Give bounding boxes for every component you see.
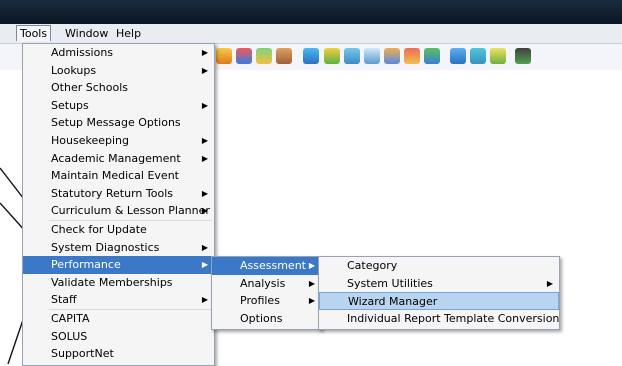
- performance-submenu: Assessment ▶ Analysis ▶ Profiles ▶ Options: [211, 256, 322, 330]
- menu-item-setup-message-options[interactable]: Setup Message Options: [23, 114, 214, 132]
- menu-item-profiles[interactable]: Profiles ▶: [212, 292, 321, 310]
- menu-item-admissions[interactable]: Admissions ▶: [23, 44, 214, 62]
- menu-item-label: Statutory Return Tools: [51, 186, 173, 200]
- menu-item-label: SOLUS: [51, 329, 88, 343]
- submenu-arrow-icon: ▶: [201, 48, 208, 57]
- menu-item-validate-memberships[interactable]: Validate Memberships: [23, 274, 214, 292]
- menu-item-label: Other Schools: [51, 81, 128, 95]
- submenu-arrow-icon: ▶: [201, 295, 208, 305]
- menu-item-wizard-manager[interactable]: Wizard Manager: [319, 292, 559, 310]
- menu-item-label: Category: [347, 259, 398, 272]
- menu-item-curriculum-and-lesson-planner[interactable]: Curriculum & Lesson Planner ▶: [23, 202, 214, 220]
- menu-item-label: Assessment: [240, 259, 306, 272]
- menu-item-label: Academic Management: [51, 151, 181, 165]
- submenu-arrow-icon: ▶: [201, 242, 208, 252]
- menu-item-label: Maintain Medical Event: [51, 169, 179, 183]
- menu-item-label: Analysis: [240, 276, 286, 290]
- menu-item-lookups[interactable]: Lookups ▶: [23, 62, 214, 80]
- menu-item-label: Admissions: [51, 46, 114, 59]
- submenu-arrow-icon: ▶: [201, 260, 208, 270]
- menu-item-label: SupportNet: [51, 347, 114, 361]
- menu-item-label: Options: [240, 311, 283, 325]
- menu-item-label: CAPITA: [51, 311, 90, 325]
- menu-item-category[interactable]: Category: [319, 257, 559, 275]
- submenu-arrow-icon: ▶: [201, 100, 208, 110]
- menu-item-performance[interactable]: Performance ▶: [23, 256, 214, 274]
- menu-item-label: Curriculum & Lesson Planner: [51, 204, 210, 218]
- menu-item-label: Profiles: [240, 294, 280, 308]
- menu-item-statutory-return-tools[interactable]: Statutory Return Tools ▶: [23, 185, 214, 203]
- menu-item-other-schools[interactable]: Other Schools: [23, 79, 214, 97]
- menu-item-assessment[interactable]: Assessment ▶: [212, 257, 321, 275]
- assessment-submenu: Category System Utilities ▶ Wizard Manager I…: [318, 256, 560, 330]
- menu-item-setups[interactable]: Setups ▶: [23, 97, 214, 115]
- tools-menu: Admissions ▶ Lookups ▶ Other Schools Setups ▶ S…: [22, 43, 215, 366]
- menu-item-maintain-medical-event[interactable]: Maintain Medical Event: [23, 167, 214, 185]
- menu-item-system-diagnostics[interactable]: System Diagnostics ▶: [23, 239, 214, 257]
- menu-item-label: Setup Message Options: [51, 116, 181, 130]
- menu-item-staff[interactable]: Staff ▶: [23, 291, 214, 309]
- submenu-arrow-icon: ▶: [546, 278, 553, 288]
- menu-item-solus[interactable]: SOLUS: [23, 328, 214, 346]
- menu-item-individual-report-template-conversion[interactable]: Individual Report Template Conversion: [319, 310, 559, 328]
- menu-item-academic-management[interactable]: Academic Management ▶: [23, 150, 214, 168]
- submenu-arrow-icon: ▶: [201, 135, 208, 145]
- menu-item-check-for-update[interactable]: Check for Update: [23, 221, 214, 239]
- submenu-arrow-icon: ▶: [201, 153, 208, 163]
- menu-item-options[interactable]: Options: [212, 310, 321, 328]
- menu-item-label: Wizard Manager: [348, 295, 438, 309]
- menu-item-label: Staff: [51, 293, 77, 307]
- menu-item-housekeeping[interactable]: Housekeeping ▶: [23, 132, 214, 150]
- menu-item-label: Check for Update: [51, 222, 147, 236]
- menu-item-analysis[interactable]: Analysis ▶: [212, 275, 321, 293]
- menu-item-supportnet[interactable]: SupportNet: [23, 345, 214, 363]
- menu-item-system-utilities[interactable]: System Utilities ▶: [319, 275, 559, 293]
- menu-item-capita[interactable]: CAPITA: [23, 310, 214, 328]
- menu-item-label: Housekeeping: [51, 133, 129, 147]
- submenu-arrow-icon: ▶: [201, 65, 208, 75]
- submenu-arrow-icon: ▶: [308, 278, 315, 288]
- submenu-arrow-icon: ▶: [308, 261, 315, 270]
- menu-item-label: System Diagnostics: [51, 240, 160, 254]
- submenu-arrow-icon: ▶: [201, 206, 208, 216]
- menu-item-label: Lookups: [51, 63, 97, 77]
- menu-item-label: Validate Memberships: [51, 275, 173, 289]
- menu-item-label: Individual Report Template Conversion: [347, 311, 560, 325]
- submenu-arrow-icon: ▶: [201, 188, 208, 198]
- menu-item-label: Performance: [51, 258, 121, 272]
- submenu-arrow-icon: ▶: [308, 296, 315, 306]
- menu-item-label: System Utilities: [347, 276, 433, 290]
- menu-item-label: Setups: [51, 98, 89, 112]
